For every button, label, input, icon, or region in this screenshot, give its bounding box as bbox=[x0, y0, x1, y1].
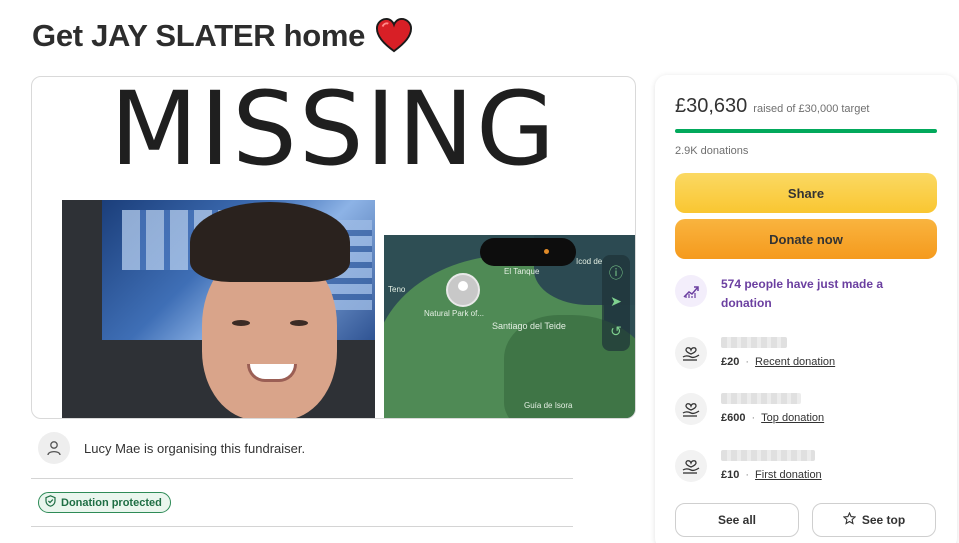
donor-row: £600 · Top donation bbox=[675, 393, 824, 425]
divider bbox=[31, 526, 573, 527]
donation-protected-badge[interactable]: Donation protected bbox=[38, 492, 171, 513]
badge-label: Donation protected bbox=[61, 496, 162, 509]
donate-now-button[interactable]: Donate now bbox=[675, 219, 937, 259]
donor-row: £20 · Recent donation bbox=[675, 337, 835, 369]
donation-card: £30,630 raised of £30,000 target 2.9K do… bbox=[655, 75, 957, 543]
map-label: Icod de bbox=[576, 257, 603, 266]
star-icon bbox=[842, 511, 857, 528]
recent-activity: 574 people have just made a donation bbox=[675, 275, 911, 313]
see-all-label: See all bbox=[717, 513, 757, 527]
target-text: raised of £30,000 target bbox=[753, 103, 870, 115]
hero-image[interactable]: MISSING ⓘ ➤ ↺ El Tanque Teno Natural Park … bbox=[31, 76, 636, 419]
see-all-button[interactable]: See all bbox=[675, 503, 799, 537]
donation-hand-icon bbox=[675, 393, 707, 425]
shield-icon bbox=[45, 495, 56, 510]
share-button[interactable]: Share bbox=[675, 173, 937, 213]
organiser-row: Lucy Mae is organising this fundraiser. bbox=[38, 432, 305, 464]
blurred-donor-name bbox=[721, 450, 815, 461]
see-top-label: See top bbox=[861, 513, 906, 527]
divider bbox=[31, 478, 573, 479]
heart-icon bbox=[375, 17, 413, 54]
blurred-donor-name bbox=[721, 393, 801, 404]
progress-bar bbox=[675, 129, 937, 133]
amount-row: £30,630 raised of £30,000 target bbox=[675, 95, 870, 118]
user-icon bbox=[38, 432, 70, 464]
map-label: Natural Park of... bbox=[424, 309, 485, 318]
donation-hand-icon bbox=[675, 450, 707, 482]
map-controls: ⓘ ➤ ↺ bbox=[602, 255, 630, 351]
page-title-text: Get JAY SLATER home bbox=[32, 18, 366, 53]
top-donation-link[interactable]: Top donation bbox=[761, 412, 824, 424]
recent-donation-link[interactable]: Recent donation bbox=[755, 356, 835, 368]
page-title: Get JAY SLATER home bbox=[32, 17, 413, 54]
progress-fill bbox=[675, 129, 937, 133]
donor-row: £10 · First donation bbox=[675, 450, 822, 482]
location-map: ⓘ ➤ ↺ El Tanque Teno Natural Park of... Sa… bbox=[384, 235, 635, 418]
map-label: Santiago del Teide bbox=[492, 321, 566, 331]
blurred-donor-name bbox=[721, 337, 787, 348]
donor-amount: £10 bbox=[721, 469, 740, 481]
location-pin-icon bbox=[446, 273, 480, 307]
donation-count: 2.9K donations bbox=[675, 145, 749, 157]
donor-amount: £20 bbox=[721, 356, 740, 368]
trend-up-icon bbox=[675, 275, 707, 307]
recent-people-text: 574 people have just made a donation bbox=[721, 277, 884, 310]
missing-headline: MISSING bbox=[109, 76, 557, 189]
donor-amount: £600 bbox=[721, 412, 746, 424]
map-label: El Tanque bbox=[504, 267, 540, 276]
first-donation-link[interactable]: First donation bbox=[755, 469, 822, 481]
donation-hand-icon bbox=[675, 337, 707, 369]
raised-amount: £30,630 bbox=[675, 95, 748, 117]
see-top-button[interactable]: See top bbox=[812, 503, 936, 537]
map-label: Teno bbox=[388, 285, 406, 294]
map-label: Guía de Isora bbox=[524, 401, 573, 410]
organiser-text: Lucy Mae is organising this fundraiser. bbox=[84, 440, 306, 456]
missing-person-photo bbox=[62, 200, 375, 418]
